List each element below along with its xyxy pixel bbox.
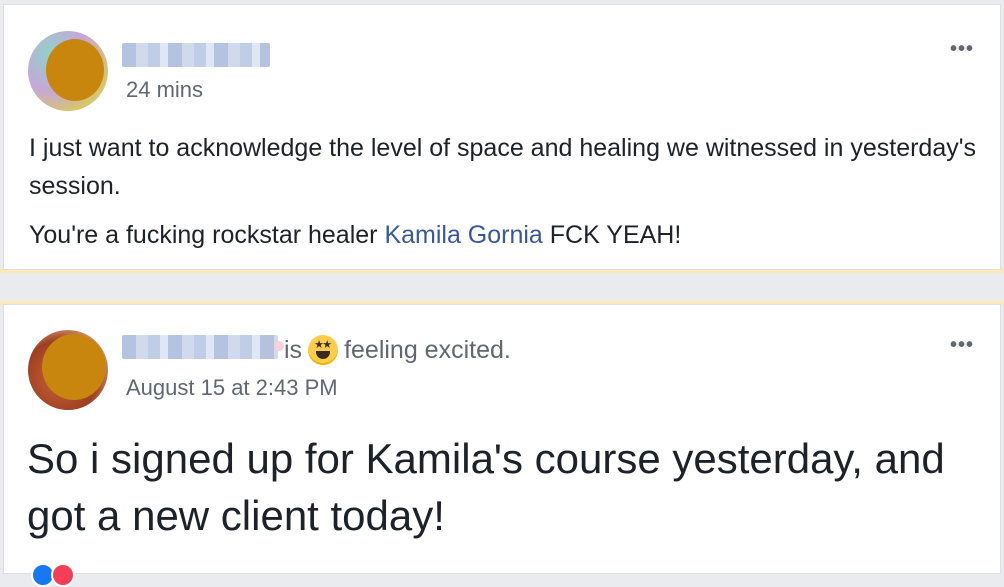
post-text-segment: You're a fucking rockstar healer — [29, 221, 385, 249]
feeling-text[interactable]: feeling excited. — [344, 336, 511, 365]
more-options-icon[interactable]: ••• — [950, 39, 974, 59]
post-card: is ★ ★ feeling excited. August 15 at 2:4… — [3, 304, 1001, 587]
mention-link[interactable]: Kamila Gornia — [384, 221, 542, 249]
author-name-blurred[interactable] — [122, 43, 270, 67]
author-name-blurred[interactable] — [122, 335, 284, 359]
mouth-shape — [316, 351, 331, 359]
post-text-segment: FCK YEAH! — [542, 221, 682, 249]
love-icon — [51, 563, 75, 587]
more-options-icon[interactable]: ••• — [950, 335, 974, 355]
star-struck-emoji-icon: ★ ★ — [308, 335, 339, 365]
avatar[interactable] — [28, 330, 108, 410]
post-text: You're a fucking rockstar healer Kamila … — [29, 216, 980, 254]
post-text-large: So i signed up for Kamila's course yeste… — [27, 435, 945, 539]
feeling-activity: is ★ ★ feeling excited. — [284, 335, 511, 365]
feeling-prefix: is — [284, 335, 303, 364]
avatar-redaction — [42, 334, 106, 400]
reactions-summary[interactable] — [31, 563, 75, 587]
post-text: I just want to acknowledge the level of … — [29, 134, 976, 200]
post-timestamp[interactable]: August 15 at 2:43 PM — [126, 375, 338, 401]
avatar-redaction — [46, 39, 104, 101]
avatar[interactable] — [28, 31, 108, 111]
star-eye-icon: ★ — [322, 339, 333, 351]
post-card: 24 mins ••• I just want to acknowledge t… — [3, 4, 1001, 270]
blur-artifact — [274, 341, 284, 351]
post-timestamp[interactable]: 24 mins — [126, 77, 203, 103]
